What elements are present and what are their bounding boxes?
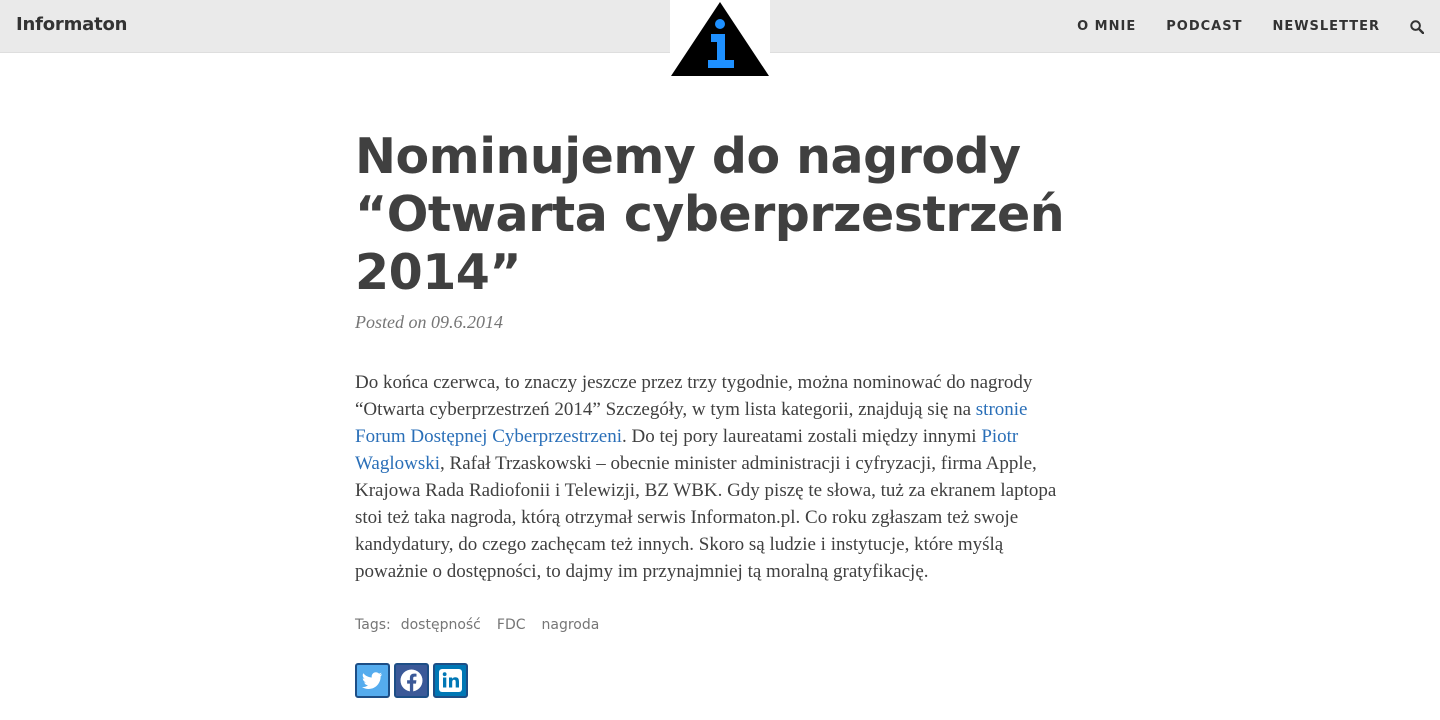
search-icon[interactable] [1410, 19, 1424, 34]
twitter-share-button[interactable] [355, 663, 390, 698]
post-body: Do końca czerwca, to znaczy jeszcze prze… [355, 369, 1060, 585]
linkedin-icon [439, 669, 462, 692]
share-buttons [355, 663, 1075, 698]
post-tags: Tags: dostępność FDC nagroda [355, 617, 1075, 633]
site-title-link[interactable]: Informaton [16, 14, 127, 35]
nav-item-podcast[interactable]: PODCAST [1166, 19, 1242, 34]
linkedin-share-button[interactable] [433, 663, 468, 698]
facebook-icon [400, 669, 423, 692]
post-body-text-1: Do końca czerwca, to znaczy jeszcze prze… [355, 372, 1033, 420]
info-triangle-logo[interactable] [670, 0, 770, 77]
logo-graphic [671, 2, 769, 76]
post-content: Nominujemy do nagrody “Otwarta cyberprze… [355, 128, 1075, 698]
post-body-text-3: , Rafał Trzaskowski – obecnie minister a… [355, 453, 1057, 582]
tag-link[interactable]: nagroda [542, 617, 600, 633]
post-date: Posted on 09.6.2014 [355, 312, 503, 332]
site-header: Informaton O MNIE PODCAST NEWSLETTER [0, 0, 1440, 77]
post-body-text-2: . Do tej pory laureatami zostali między … [621, 426, 982, 447]
tag-link[interactable]: FDC [497, 617, 526, 633]
tags-label: Tags: [355, 617, 391, 633]
twitter-icon [362, 672, 382, 689]
post-title: Nominujemy do nagrody “Otwarta cyberprze… [355, 128, 1065, 301]
facebook-share-button[interactable] [394, 663, 429, 698]
nav-item-newsletter[interactable]: NEWSLETTER [1272, 19, 1380, 34]
main-nav: O MNIE PODCAST NEWSLETTER [1047, 0, 1424, 53]
nav-item-o-mnie[interactable]: O MNIE [1077, 19, 1136, 34]
tag-link[interactable]: dostępność [401, 617, 481, 633]
